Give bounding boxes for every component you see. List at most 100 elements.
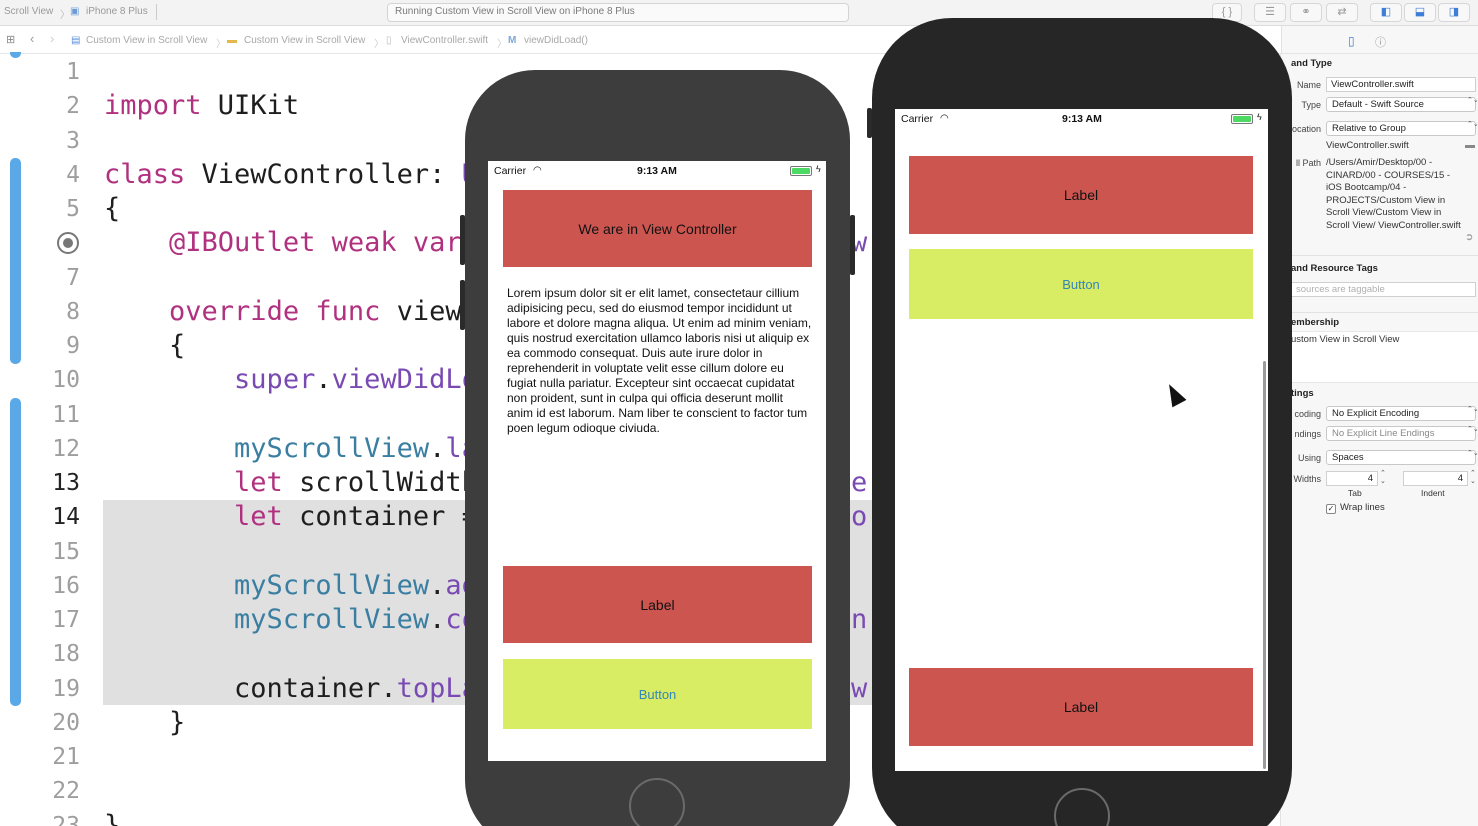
volume-button[interactable]	[460, 280, 465, 330]
battery-icon	[790, 166, 812, 176]
line-number: 17	[52, 607, 80, 633]
jump-item-file[interactable]: ViewController.swift	[401, 35, 488, 46]
encoding-popup[interactable]: No Explicit Encoding	[1326, 406, 1476, 421]
code-line[interactable]: override func viewD	[104, 295, 478, 329]
inspector-toggle-button[interactable]: ◨	[1438, 3, 1470, 22]
label-text: Label	[1063, 187, 1099, 203]
simulator-screen[interactable]: Carrier ◠ 9:13 AM ϟ We are in View Contr…	[488, 161, 826, 761]
braces-icon: { }	[1221, 6, 1233, 18]
line-number: 22	[52, 778, 80, 805]
home-button[interactable]	[629, 778, 685, 826]
chevron-right-icon: 〉	[374, 39, 384, 50]
scroll-indicator[interactable]	[1263, 361, 1266, 769]
file-inspector-tab-icon[interactable]: ▯	[1348, 34, 1355, 48]
code-line[interactable]: super.viewDidLo	[104, 363, 478, 397]
line-number: 13	[52, 470, 80, 496]
home-button[interactable]	[1054, 788, 1110, 826]
left-panel-icon: ◧	[1380, 6, 1392, 18]
line-number: 3	[66, 127, 80, 154]
project-icon: ▤	[71, 35, 81, 46]
code-line[interactable]: myScrollView.add	[104, 569, 494, 603]
label-text: Label	[1063, 699, 1099, 715]
wrap-lines-checkbox[interactable]: ✓	[1326, 504, 1336, 514]
jump-item-project[interactable]: Custom View in Scroll View	[86, 35, 207, 46]
button-title: Button	[1062, 276, 1100, 292]
location-popup[interactable]: Relative to Group	[1326, 121, 1476, 136]
lines-icon: ☰	[1265, 6, 1275, 18]
type-value: Default - Swift Source	[1332, 99, 1424, 110]
code-line[interactable]: }	[104, 706, 185, 740]
right-panel-icon: ◨	[1448, 6, 1460, 18]
name-field[interactable]: ViewController.swift	[1326, 77, 1476, 92]
jump-item-method[interactable]: viewDidLoad()	[524, 35, 588, 46]
code-line[interactable]: }	[104, 809, 120, 826]
carrier-label: Carrier	[494, 165, 527, 177]
jump-item-group[interactable]: Custom View in Scroll View	[244, 35, 365, 46]
code-line[interactable]: myScrollView.co	[104, 603, 478, 637]
outlet-connection-icon[interactable]	[57, 232, 79, 254]
lorem-text: Lorem ipsum dolor sit er elit lamet, con…	[507, 286, 812, 435]
indent-width-field[interactable]: 4	[1403, 471, 1468, 486]
destination-device[interactable]: iPhone 8 Plus	[86, 6, 148, 17]
reveal-arrow-icon[interactable]: ➲	[1465, 232, 1473, 243]
circles-icon: ⚭	[1301, 6, 1311, 18]
carrier-label: Carrier	[901, 113, 934, 125]
line-number: 9	[66, 333, 80, 359]
scheme-name[interactable]: Scroll View	[4, 6, 53, 17]
code-line[interactable]: import UIKit	[104, 89, 299, 123]
line-number: 1	[66, 59, 80, 85]
divider	[1281, 312, 1478, 313]
tab-caption: Tab	[1348, 488, 1362, 498]
location-file: ViewController.swift	[1326, 140, 1409, 151]
back-button[interactable]: ‹	[30, 31, 34, 46]
line-number: 20	[52, 709, 80, 736]
code-line[interactable]: let scrollWidth	[104, 466, 478, 500]
help-inspector-tab-icon[interactable]: ⓘ	[1375, 34, 1386, 50]
button[interactable]: Button	[503, 659, 812, 729]
version-editor-button[interactable]: ⇄	[1326, 3, 1358, 22]
line-number: 21	[52, 744, 80, 770]
tags-field[interactable]: sources are taggable	[1291, 282, 1476, 297]
forward-button[interactable]: ›	[50, 31, 54, 46]
navigator-toggle-button[interactable]: ◧	[1370, 3, 1402, 22]
code-fragment: e	[851, 467, 868, 498]
code-line[interactable]: container.topLa	[104, 672, 478, 706]
grid-icon[interactable]: ⊞	[6, 33, 15, 46]
full-path-value: /Users/Amir/Desktop/00 - CINARD/00 - COU…	[1326, 157, 1461, 231]
folder-icon[interactable]: ▬	[1465, 140, 1475, 151]
wifi-icon: ◠	[940, 113, 949, 124]
button[interactable]: Button	[909, 249, 1253, 319]
mute-switch[interactable]	[867, 108, 872, 138]
code-line[interactable]: myScrollView.lay	[104, 432, 494, 466]
line-endings-popup[interactable]: No Explicit Line Endings	[1326, 426, 1476, 441]
code-line[interactable]: @IBOutlet weak var	[104, 226, 462, 260]
tab-stepper-icon[interactable]: ⌃⌄	[1380, 470, 1386, 486]
line-number: 2	[66, 93, 80, 120]
volume-button[interactable]	[460, 215, 465, 265]
chevron-right-icon: 〉	[497, 39, 507, 50]
line-number: 23	[52, 812, 80, 826]
assistant-editor-button[interactable]: ⚭	[1290, 3, 1322, 22]
code-line[interactable]: class ViewController: U	[104, 158, 478, 192]
line-number: 10	[52, 367, 80, 394]
line-number: 14	[52, 504, 80, 531]
code-line[interactable]: {	[104, 192, 120, 226]
debug-toggle-button[interactable]: ⬓	[1404, 3, 1436, 22]
inspector-tabs: ▯ ⓘ	[1281, 26, 1478, 54]
tab-width-field[interactable]: 4	[1326, 471, 1378, 486]
code-line[interactable]: {	[104, 329, 185, 363]
charging-icon: ϟ	[816, 164, 821, 174]
change-bar	[10, 398, 21, 706]
membership-list[interactable]: ustom View in Scroll View	[1281, 331, 1478, 383]
code-line[interactable]: let container =	[104, 500, 478, 534]
standard-editor-button[interactable]: ☰	[1254, 3, 1286, 22]
simulator-screen[interactable]: Carrier ◠ 9:13 AM ϟ Label Button Label	[895, 109, 1268, 771]
indent-stepper-icon[interactable]: ⌃⌄	[1470, 470, 1476, 486]
indent-using-popup[interactable]: Spaces	[1326, 450, 1476, 465]
device-icon: ▣	[70, 6, 80, 17]
type-popup[interactable]: Default - Swift Source	[1326, 97, 1476, 112]
power-button[interactable]	[850, 215, 855, 275]
status-bar: Carrier ◠ 9:13 AM ϟ	[488, 161, 826, 181]
change-bar	[10, 158, 21, 364]
membership-item[interactable]: ustom View in Scroll View	[1291, 334, 1399, 347]
